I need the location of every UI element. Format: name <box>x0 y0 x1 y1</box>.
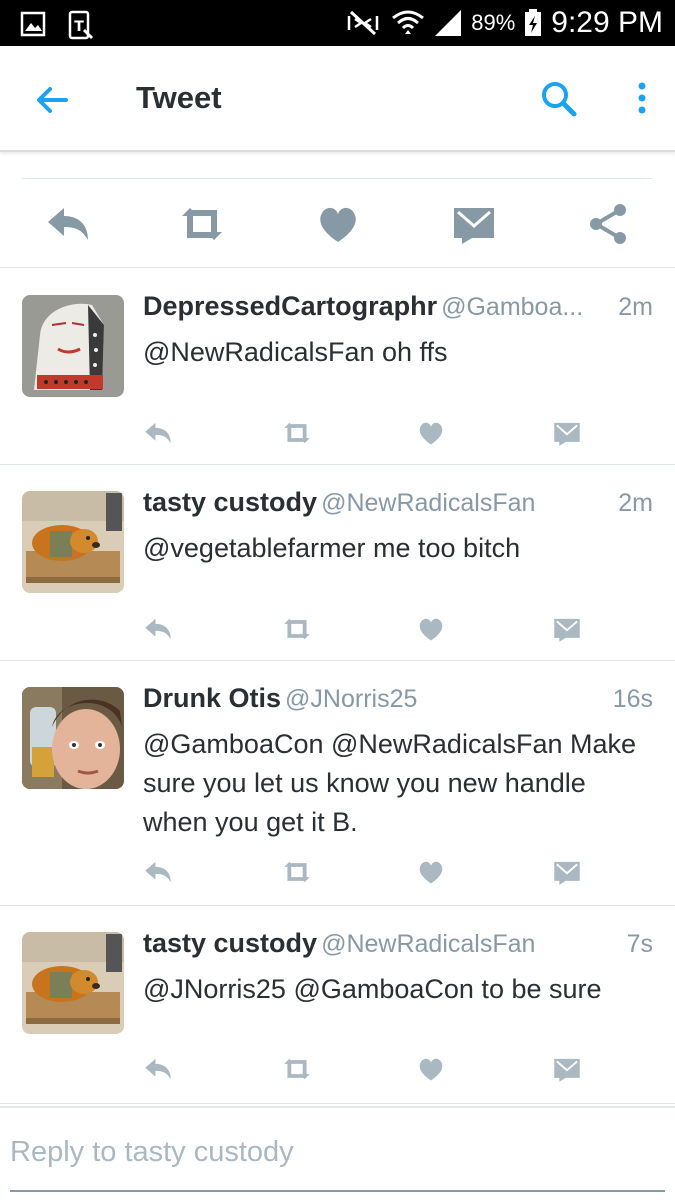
drawing-face-avatar-image <box>22 295 124 397</box>
tweet-author-handle[interactable]: @Gamboa... <box>441 293 583 321</box>
tweet-item[interactable]: Drunk Otis @JNorris25 16s @GamboaCon @New… <box>0 661 675 906</box>
share-icon[interactable] <box>584 202 632 246</box>
avatar[interactable] <box>22 687 124 789</box>
direct-message-icon[interactable] <box>551 615 583 643</box>
status-right-icons: 89% 9:29 PM <box>343 4 663 42</box>
tweet-header: tasty custody @NewRadicalsFan <box>143 928 653 968</box>
battery-percent: 89% <box>471 10 516 35</box>
status-left-icons: T <box>20 8 94 40</box>
signal-icon <box>435 10 462 36</box>
tweet-author-name[interactable]: tasty custody <box>143 487 317 517</box>
search-icon[interactable] <box>538 78 578 118</box>
like-icon[interactable] <box>415 858 447 886</box>
like-icon[interactable] <box>314 202 362 246</box>
reply-icon[interactable] <box>142 1055 174 1083</box>
gallery-icon <box>20 11 46 37</box>
tweet-item[interactable]: tasty custody @NewRadicalsFan 2m @vegetab… <box>0 465 675 661</box>
tweet-item[interactable]: tasty custody @NewRadicalsFan 7s @JNorris… <box>0 906 675 1104</box>
tweet-text: @NewRadicalsFan oh ffs <box>143 337 448 367</box>
tweet-item[interactable]: DepressedCartographr @Gamboa... 2m @NewRa… <box>0 269 675 465</box>
tweet-header: tasty custody @NewRadicalsFan <box>143 487 653 527</box>
reply-input[interactable] <box>10 1136 665 1169</box>
avatar[interactable] <box>22 932 124 1034</box>
reply-icon[interactable] <box>142 419 174 447</box>
wifi-icon <box>392 10 425 34</box>
tweet-author-handle[interactable]: @NewRadicalsFan <box>321 930 535 958</box>
avatar[interactable] <box>22 295 124 397</box>
retweet-icon[interactable] <box>178 202 226 246</box>
tweet-header: DepressedCartographr @Gamboa... <box>143 291 653 331</box>
page-title: Tweet <box>136 80 222 115</box>
dog-avatar-image <box>22 932 124 1034</box>
battery-icon <box>525 9 542 36</box>
retweet-icon[interactable] <box>281 419 313 447</box>
tweet-author-name[interactable]: Drunk Otis <box>143 683 281 713</box>
reply-composer <box>0 1106 675 1200</box>
dog-avatar-image <box>22 491 124 593</box>
direct-message-icon[interactable] <box>551 419 583 447</box>
tweet-header: Drunk Otis @JNorris25 <box>143 683 653 723</box>
mute-icon <box>347 10 379 36</box>
main-tweet-actions <box>0 180 675 268</box>
avatar[interactable] <box>22 491 124 593</box>
like-icon[interactable] <box>415 1055 447 1083</box>
like-icon[interactable] <box>415 419 447 447</box>
retweet-icon[interactable] <box>281 1055 313 1083</box>
tweet-time: 16s <box>606 685 653 714</box>
direct-message-icon[interactable] <box>551 1055 583 1083</box>
tweet-author-name[interactable]: tasty custody <box>143 928 317 958</box>
direct-message-icon[interactable] <box>551 858 583 886</box>
tweet-text: @JNorris25 @GamboaCon to be sure <box>143 974 602 1004</box>
back-arrow-icon[interactable] <box>32 80 72 120</box>
reply-icon[interactable] <box>142 858 174 886</box>
reply-underline <box>10 1190 665 1192</box>
tweet-time: 2m <box>612 293 653 322</box>
tweet-time: 7s <box>620 930 653 959</box>
divider <box>22 178 652 179</box>
tweet-text: @GamboaCon @NewRadicalsFan Make sure you… <box>143 729 637 837</box>
tweet-author-handle[interactable]: @JNorris25 <box>285 685 417 713</box>
person-avatar-image <box>22 687 124 789</box>
like-icon[interactable] <box>415 615 447 643</box>
clock: 9:29 PM <box>551 6 663 39</box>
tweet-text: @vegetablefarmer me too bitch <box>143 533 521 563</box>
reply-icon[interactable] <box>142 615 174 643</box>
app-bar: Tweet <box>0 46 675 152</box>
tmobile-icon: T <box>68 10 94 40</box>
status-bar: T 89% 9:29 PM <box>0 0 675 46</box>
tweet-author-name[interactable]: DepressedCartographr <box>143 291 437 321</box>
direct-message-icon[interactable] <box>450 202 498 246</box>
retweet-icon[interactable] <box>281 615 313 643</box>
tweet-time: 2m <box>612 489 653 518</box>
reply-icon[interactable] <box>44 202 92 246</box>
retweet-icon[interactable] <box>281 858 313 886</box>
tweet-author-handle[interactable]: @NewRadicalsFan <box>321 489 535 517</box>
svg-text:T: T <box>74 19 84 35</box>
more-vert-icon[interactable] <box>628 78 656 118</box>
